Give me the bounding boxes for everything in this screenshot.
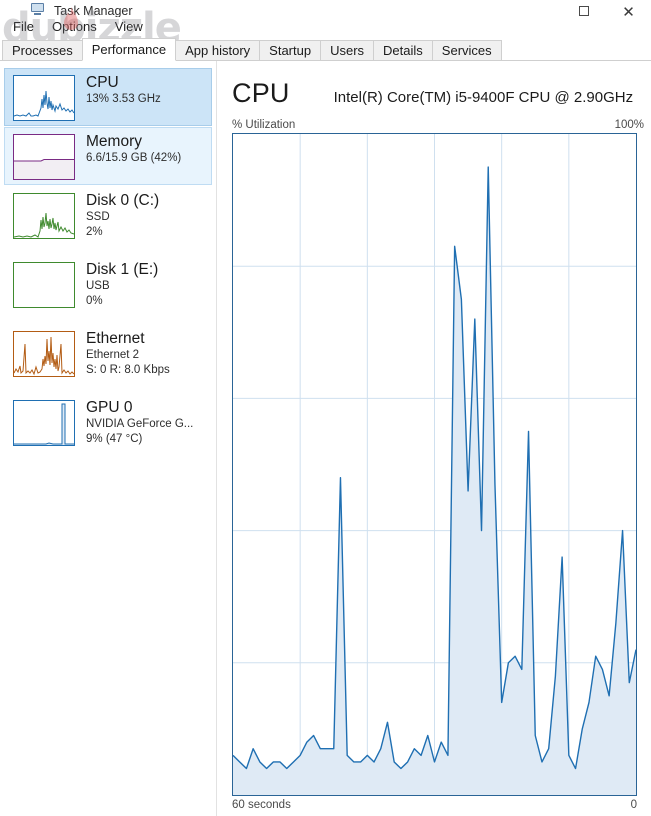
window-title: Task Manager bbox=[54, 4, 133, 18]
sidebar-item-disk-1[interactable]: Disk 1 (E:) USB 0% bbox=[4, 255, 212, 323]
ethernet-thumbnail-graph bbox=[13, 331, 75, 377]
gpu-0-thumbnail-graph bbox=[13, 400, 75, 446]
cpu-thumbnail-graph bbox=[13, 75, 75, 121]
tab-details[interactable]: Details bbox=[373, 40, 433, 61]
resource-sidebar: CPU 13% 3.53 GHz Memory 6.6/15.9 GB (42%… bbox=[0, 61, 217, 816]
sidebar-item-disk-0[interactable]: Disk 0 (C:) SSD 2% bbox=[4, 186, 212, 254]
sidebar-gpu-0-sub2: 9% (47 °C) bbox=[86, 433, 143, 445]
sidebar-memory-sub: 6.6/15.9 GB (42%) bbox=[86, 152, 182, 164]
cpu-utilization-graph[interactable] bbox=[232, 133, 637, 796]
window-controls: ✕ bbox=[561, 0, 651, 20]
menu-bar: File Options View bbox=[0, 17, 651, 37]
y-axis-max: 100% bbox=[614, 119, 644, 131]
memory-thumbnail-graph bbox=[13, 134, 75, 180]
maximize-button[interactable] bbox=[561, 0, 606, 17]
y-axis-title: % Utilization bbox=[232, 119, 296, 131]
sidebar-item-gpu-0[interactable]: GPU 0 NVIDIA GeForce G... 9% (47 °C) bbox=[4, 393, 212, 461]
sidebar-ethernet-sub1: Ethernet 2 bbox=[86, 349, 140, 361]
sidebar-disk-0-sub1: SSD bbox=[86, 211, 110, 223]
sidebar-gpu-0-sub1: NVIDIA GeForce G... bbox=[86, 418, 194, 430]
task-manager-icon bbox=[30, 0, 46, 16]
sidebar-disk-1-sub2: 0% bbox=[86, 295, 103, 307]
sidebar-item-memory[interactable]: Memory 6.6/15.9 GB (42%) bbox=[4, 127, 212, 185]
disk-1-thumbnail-graph bbox=[13, 262, 75, 308]
y-axis-labels: % Utilization 100% bbox=[232, 118, 644, 132]
tab-app-history[interactable]: App history bbox=[175, 40, 261, 61]
cpu-model-label: Intel(R) Core(TM) i5-9400F CPU @ 2.90GHz bbox=[333, 89, 634, 106]
tab-users[interactable]: Users bbox=[320, 40, 375, 61]
menu-item-file[interactable]: File bbox=[4, 18, 43, 36]
sidebar-disk-0-sub2: 2% bbox=[86, 226, 103, 238]
menu-item-options[interactable]: Options bbox=[43, 18, 106, 36]
sidebar-ethernet-sub2: S: 0 R: 8.0 Kbps bbox=[86, 364, 170, 376]
sidebar-disk-0-title: Disk 0 (C:) bbox=[86, 192, 160, 209]
menu-item-view[interactable]: View bbox=[106, 18, 152, 36]
sidebar-cpu-sub: 13% 3.53 GHz bbox=[86, 93, 161, 105]
maximize-icon bbox=[578, 6, 589, 16]
cpu-detail-pane: CPU Intel(R) Core(TM) i5-9400F CPU @ 2.9… bbox=[218, 61, 651, 816]
title-bar: Task Manager ✕ bbox=[0, 0, 651, 20]
tab-startup[interactable]: Startup bbox=[259, 40, 322, 61]
tab-services[interactable]: Services bbox=[431, 40, 502, 61]
tab-strip: Processes Performance App history Startu… bbox=[0, 38, 651, 61]
disk-0-thumbnail-graph bbox=[13, 193, 75, 239]
sidebar-gpu-0-title: GPU 0 bbox=[86, 399, 133, 416]
sidebar-item-ethernet[interactable]: Ethernet Ethernet 2 S: 0 R: 8.0 Kbps bbox=[4, 324, 212, 392]
close-button[interactable]: ✕ bbox=[606, 0, 651, 20]
sidebar-memory-title: Memory bbox=[86, 133, 142, 150]
performance-pane: CPU 13% 3.53 GHz Memory 6.6/15.9 GB (42%… bbox=[0, 61, 651, 816]
x-axis-right: 0 bbox=[630, 799, 637, 811]
cpu-graph-svg bbox=[233, 134, 636, 795]
task-manager-window: Task Manager ✕ File Options View Process… bbox=[0, 0, 651, 816]
sidebar-disk-1-title: Disk 1 (E:) bbox=[86, 261, 159, 278]
sidebar-item-cpu[interactable]: CPU 13% 3.53 GHz bbox=[4, 68, 212, 126]
sidebar-ethernet-title: Ethernet bbox=[86, 330, 145, 347]
detail-header: CPU Intel(R) Core(TM) i5-9400F CPU @ 2.9… bbox=[232, 77, 644, 119]
sidebar-cpu-title: CPU bbox=[86, 74, 119, 91]
page-title: CPU bbox=[232, 78, 290, 108]
tab-performance[interactable]: Performance bbox=[81, 38, 177, 61]
tab-processes[interactable]: Processes bbox=[2, 40, 83, 61]
x-axis-labels: 60 seconds 0 bbox=[232, 798, 637, 812]
sidebar-disk-1-sub1: USB bbox=[86, 280, 110, 292]
x-axis-left: 60 seconds bbox=[232, 799, 291, 811]
